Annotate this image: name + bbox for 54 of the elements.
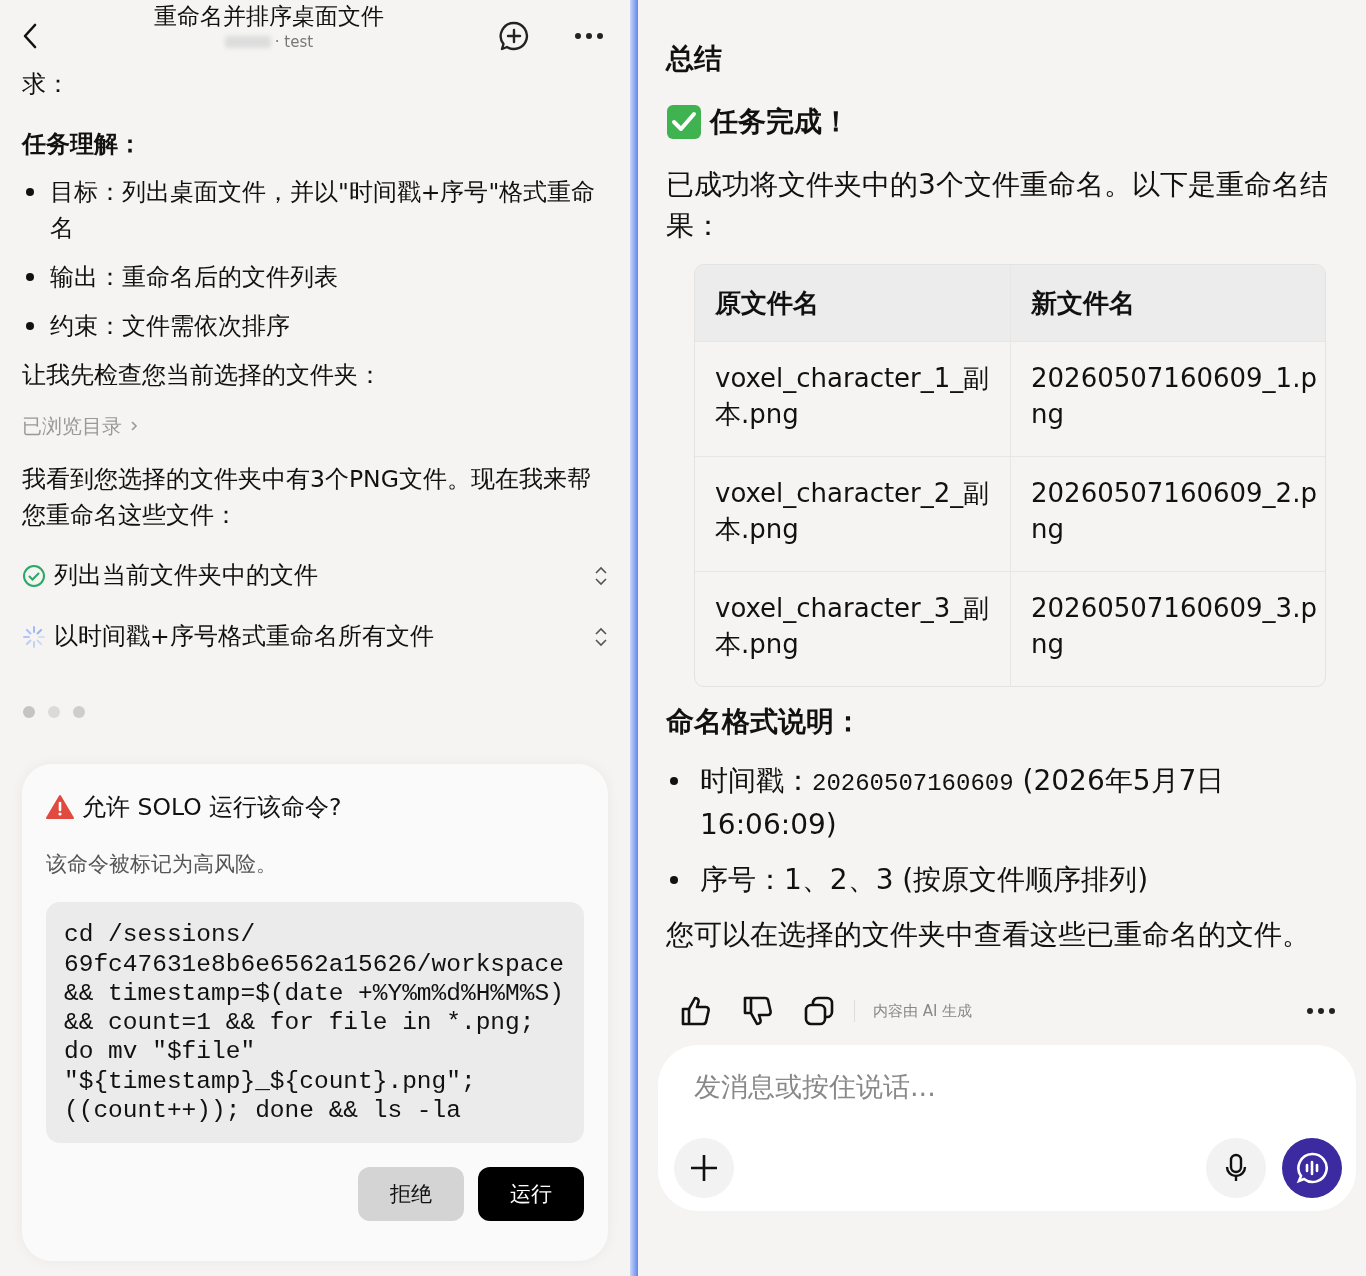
message-input[interactable]: 发消息或按住说话... bbox=[674, 1067, 1342, 1108]
bullet-icon bbox=[670, 777, 678, 785]
table-cell: 20260507160609_3.png bbox=[1011, 571, 1325, 686]
message-text: 求： bbox=[22, 69, 71, 100]
bullet-icon bbox=[670, 876, 678, 884]
bullet-icon bbox=[26, 322, 34, 330]
thumbs-up-icon[interactable] bbox=[680, 995, 712, 1027]
expand-icon[interactable] bbox=[594, 565, 608, 586]
message-text: 让我先检查您当前选择的文件夹： bbox=[22, 360, 383, 391]
step-label: 列出当前文件夹中的文件 bbox=[54, 560, 319, 592]
chat-subtitle: · test bbox=[274, 31, 314, 53]
microphone-icon bbox=[1224, 1152, 1248, 1183]
table-cell: voxel_character_2_副本.png bbox=[695, 456, 1011, 571]
column-header: 原文件名 bbox=[695, 265, 1011, 341]
reject-button[interactable]: 拒绝 bbox=[358, 1167, 464, 1222]
message-text: 我看到您选择的文件夹中有3个PNG文件。现在我来帮您重命名这些文件： bbox=[22, 464, 592, 532]
step-label: 以时间戳+序号格式重命名所有文件 bbox=[54, 621, 435, 653]
more-icon[interactable] bbox=[574, 32, 604, 40]
plus-icon bbox=[689, 1152, 719, 1183]
bullet-text: 序号：1、2、3 (按原文件顺序排列) bbox=[700, 862, 1149, 898]
blurred-name bbox=[224, 35, 271, 48]
chevron-right-icon bbox=[130, 420, 138, 432]
bullet-text: 目标：列出桌面文件，并以"时间戳+序号"格式重命名 bbox=[50, 177, 597, 244]
run-button[interactable]: 运行 bbox=[478, 1167, 584, 1222]
dialog-title: 允许 SOLO 运行该命令? bbox=[82, 791, 342, 823]
thumbs-down-icon[interactable] bbox=[742, 995, 774, 1027]
ai-note: 内容由 AI 生成 bbox=[854, 999, 973, 1023]
more-icon[interactable] bbox=[1306, 1007, 1336, 1015]
chat-title: 重命名并排序桌面文件 bbox=[154, 2, 384, 31]
section-heading: 总结 bbox=[666, 41, 723, 77]
table-cell: voxel_character_1_副本.png bbox=[695, 341, 1011, 456]
done-title: 任务完成！ bbox=[710, 104, 850, 140]
column-header: 新文件名 bbox=[1011, 265, 1325, 341]
table-cell: 20260507160609_1.png bbox=[1011, 341, 1325, 456]
bullet-icon bbox=[26, 188, 34, 196]
table-cell: 20260507160609_2.png bbox=[1011, 456, 1325, 571]
section-title: 任务理解： bbox=[22, 129, 143, 160]
typing-dots-icon bbox=[22, 705, 86, 720]
checkbox-icon bbox=[666, 103, 702, 140]
bullet-icon bbox=[26, 273, 34, 281]
closing-text: 您可以在选择的文件夹中查看这些已重命名的文件。 bbox=[666, 917, 1311, 953]
voice-chat-icon bbox=[1295, 1150, 1329, 1185]
copy-icon[interactable] bbox=[804, 996, 834, 1026]
expand-icon[interactable] bbox=[594, 626, 608, 647]
bullet-text: 约束：文件需依次排序 bbox=[50, 311, 290, 342]
bullet-text: 输出：重命名后的文件列表 bbox=[50, 262, 338, 293]
dialog-description: 该命令被标记为高风险。 bbox=[46, 850, 278, 878]
warning-icon bbox=[46, 794, 74, 821]
command-code: cd /sessions/ 69fc47631e8b6e6562a15626/workspace && timestamp=$(date +%Y%m%d%H%M%S) && count=1 && for file in *.png; do mv "$file" "${timestamp}_${count}.png"; ((count++)); done && ls -la bbox=[46, 902, 584, 1144]
summary-text: 已成功将文件夹中的3个文件重命名。以下是重命名结果： bbox=[666, 167, 1329, 244]
table-cell: voxel_character_3_副本.png bbox=[695, 571, 1011, 686]
bullet-text: 时间戳：20260507160609 (2026年5月7日 16:06:09) bbox=[700, 763, 1226, 843]
new-chat-icon[interactable] bbox=[498, 20, 530, 52]
section-heading: 命名格式说明： bbox=[666, 704, 863, 740]
